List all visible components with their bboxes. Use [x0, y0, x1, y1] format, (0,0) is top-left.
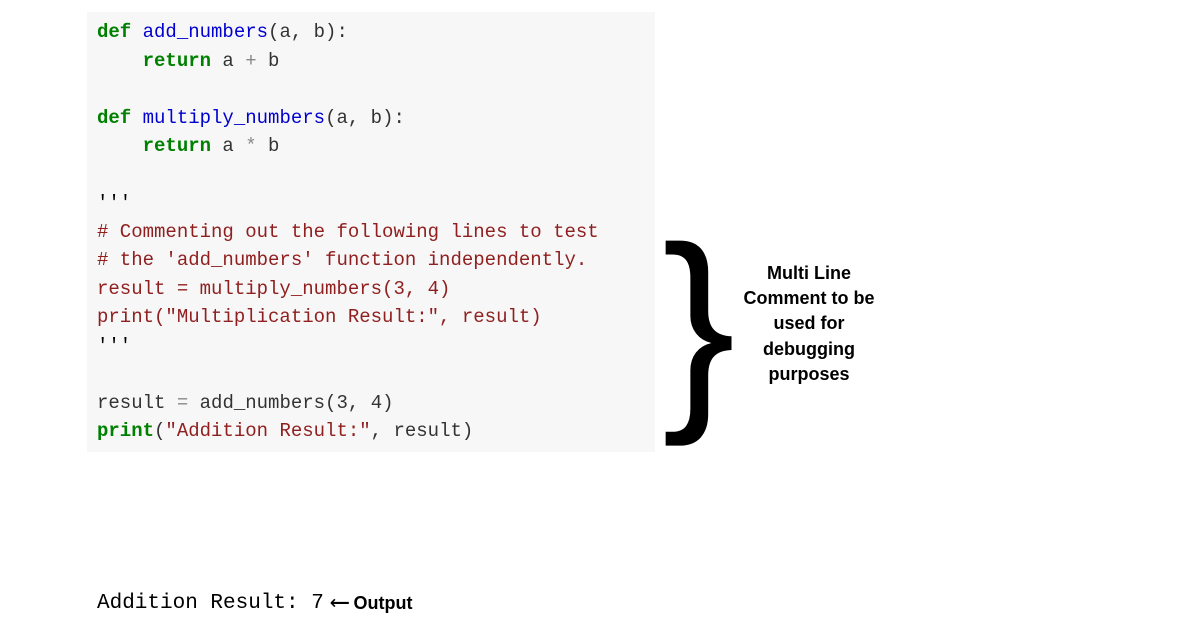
call-text: add_numbers(: [188, 392, 336, 414]
comma: ,: [348, 392, 371, 414]
var-result: result: [97, 392, 177, 414]
params: (a, b):: [325, 107, 405, 129]
docstring-line: # the 'add_numbers' function independent…: [97, 249, 587, 271]
annotation-text: Multi Line Comment to be used for debugg…: [743, 261, 874, 387]
operator-star: *: [245, 135, 256, 157]
indent: [97, 50, 143, 72]
var-b: b: [257, 50, 280, 72]
print-call: print: [97, 420, 154, 442]
string-literal: "Addition Result:": [165, 420, 370, 442]
curly-brace-icon: }: [662, 225, 735, 423]
docstring-line: print("Multiplication Result:", result): [97, 306, 542, 328]
function-name: add_numbers: [131, 21, 268, 43]
rest: , result): [371, 420, 474, 442]
arrow-left-icon: ⟵: [332, 590, 348, 616]
arg: 4: [371, 392, 382, 414]
var-b: b: [257, 135, 280, 157]
indent: [97, 135, 143, 157]
triple-quote-open: ''': [97, 192, 131, 214]
open-paren: (: [154, 420, 165, 442]
params: (a, b):: [268, 21, 348, 43]
operator-plus: +: [245, 50, 256, 72]
docstring-line: # Commenting out the following lines to …: [97, 221, 599, 243]
operator-eq: =: [177, 392, 188, 414]
keyword-return: return: [143, 50, 211, 72]
keyword-def: def: [97, 107, 131, 129]
keyword-return: return: [143, 135, 211, 157]
triple-quote-close: ''': [97, 335, 131, 357]
output-line: Addition Result: 7 ⟵ Output: [97, 590, 412, 616]
expr: a: [211, 135, 245, 157]
function-name: multiply_numbers: [131, 107, 325, 129]
expr: a: [211, 50, 245, 72]
output-text: Addition Result: 7: [97, 592, 324, 615]
keyword-def: def: [97, 21, 131, 43]
arg: 3: [336, 392, 347, 414]
close-paren: ): [382, 392, 393, 414]
annotation-multiline-comment: } Multi Line Comment to be used for debu…: [662, 225, 875, 423]
output-label: Output: [354, 593, 413, 614]
docstring-line: result = multiply_numbers(3, 4): [97, 278, 450, 300]
code-block: def add_numbers(a, b): return a + b def …: [87, 12, 655, 452]
